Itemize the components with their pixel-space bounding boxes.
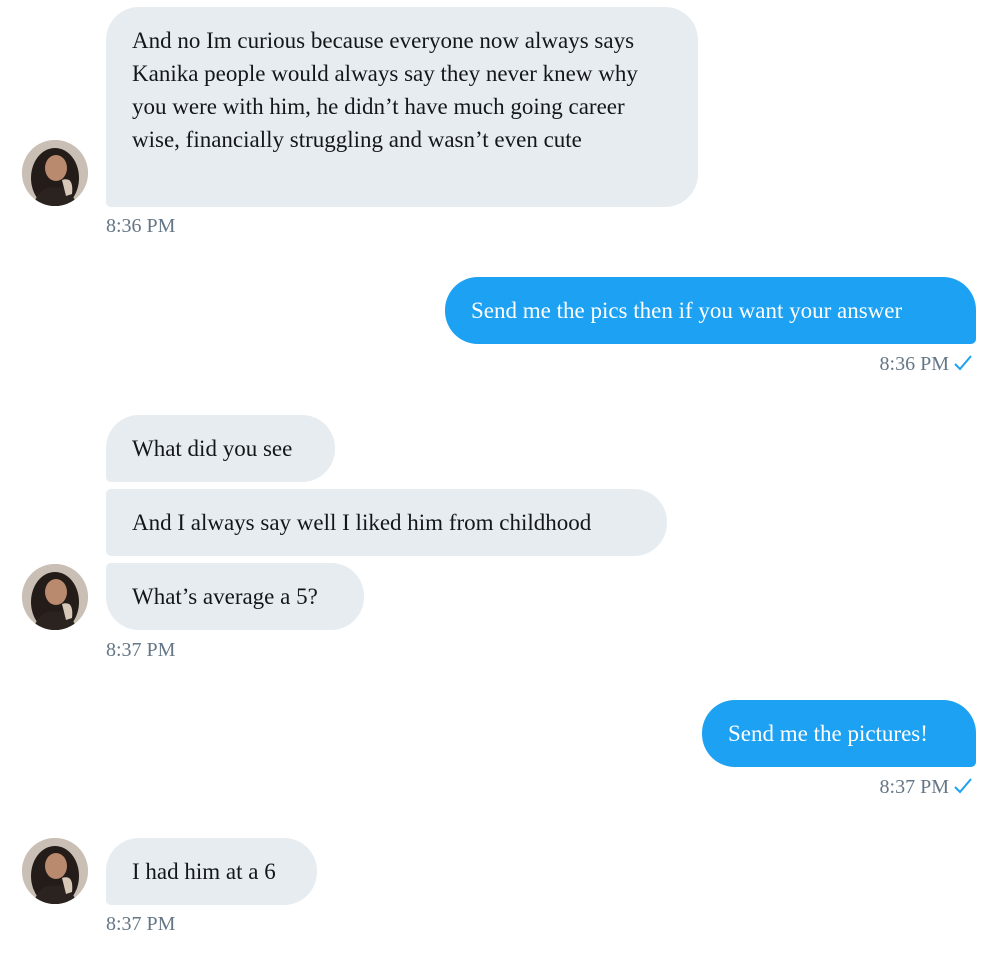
message-timestamp: 8:37 PM: [106, 913, 176, 935]
contact-avatar[interactable]: [22, 564, 88, 630]
checkmark-icon: [954, 778, 972, 794]
message-timestamp-row: 8:36 PM: [880, 352, 973, 376]
message-text: What did you see: [132, 436, 293, 461]
message-text: I had him at a 6: [132, 859, 276, 884]
incoming-message-bubble[interactable]: What’s average a 5?: [106, 563, 364, 630]
contact-avatar[interactable]: [22, 838, 88, 904]
message-text: Send me the pics then if you want your a…: [471, 298, 903, 323]
message-timestamp: 8:36 PM: [106, 215, 176, 237]
message-timestamp-row: 8:37 PM: [880, 775, 973, 799]
incoming-message-bubble[interactable]: I had him at a 6: [106, 838, 317, 905]
message-timestamp: 8:37 PM: [106, 639, 176, 661]
contact-avatar[interactable]: [22, 140, 88, 206]
outgoing-message-bubble[interactable]: Send me the pics then if you want your a…: [445, 277, 976, 344]
outgoing-message-bubble[interactable]: Send me the pictures!: [702, 700, 976, 767]
incoming-message-bubble[interactable]: And no Im curious because everyone now a…: [106, 7, 698, 207]
incoming-message-bubble[interactable]: What did you see: [106, 415, 335, 482]
message-text: Send me the pictures!: [728, 721, 928, 746]
message-text: And I always say well I liked him from c…: [132, 510, 592, 535]
message-text: What’s average a 5?: [132, 584, 318, 609]
message-timestamp: 8:37 PM: [879, 776, 949, 798]
checkmark-icon: [954, 355, 972, 371]
conversation-thread: And no Im curious because everyone now a…: [0, 0, 1000, 957]
incoming-message-bubble[interactable]: And I always say well I liked him from c…: [106, 489, 667, 556]
message-text: And no Im curious because everyone now a…: [132, 28, 638, 152]
message-timestamp: 8:36 PM: [879, 353, 949, 375]
